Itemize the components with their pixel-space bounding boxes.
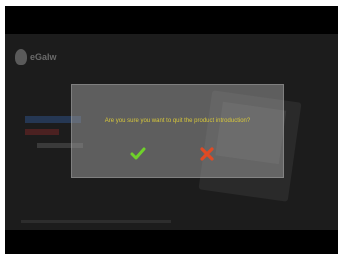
check-icon — [130, 147, 146, 160]
background-subheading-bar — [25, 129, 59, 135]
confirm-quit-button[interactable] — [128, 144, 148, 164]
logo-mark-icon — [15, 49, 27, 65]
brand-logo: eGalw — [15, 49, 57, 65]
quit-confirmation-dialog: Are you sure you want to quit the produc… — [71, 84, 284, 178]
cross-icon — [200, 147, 214, 161]
cancel-quit-button[interactable] — [197, 144, 217, 164]
dialog-question: Are you sure you want to quit the produc… — [104, 118, 251, 124]
logo-text: eGalw — [30, 52, 57, 62]
background-footer-text — [21, 220, 171, 223]
video-frame: eGalw Are you sure you want to quit the … — [5, 6, 338, 254]
